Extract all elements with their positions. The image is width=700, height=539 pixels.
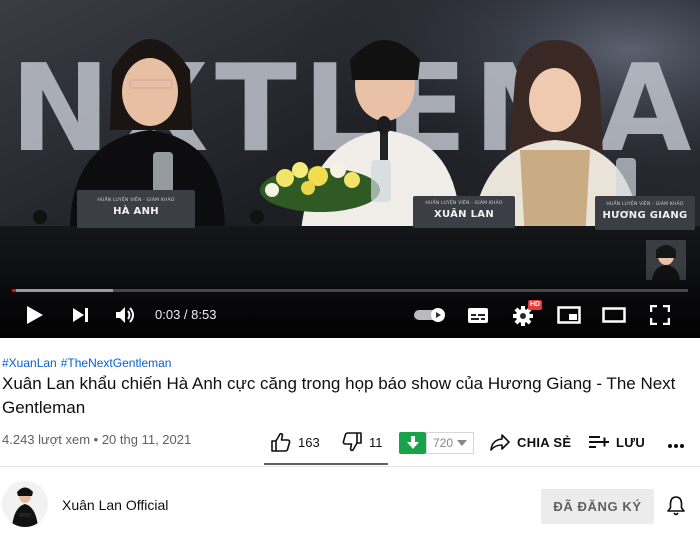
fullscreen-icon — [650, 305, 670, 325]
share-icon — [490, 434, 510, 451]
dislike-button[interactable]: 11 — [341, 430, 383, 454]
autoplay-toggle-icon — [414, 308, 445, 322]
time-display: 0:03 / 8:53 — [155, 307, 217, 322]
miniplayer-icon — [557, 306, 581, 324]
nameplate-role: HUẤN LUYỆN VIÊN - GIÁM KHẢO — [606, 202, 684, 207]
thumbs-down-icon — [342, 432, 362, 452]
nameplate-name: HƯƠNG GIANG — [602, 210, 688, 221]
add-to-playlist-icon — [589, 436, 609, 448]
fullscreen-button[interactable] — [647, 302, 673, 328]
channel-name[interactable]: Xuân Lan Official — [62, 497, 168, 513]
thumbs-up-icon — [271, 432, 291, 452]
notification-bell-button[interactable] — [666, 495, 686, 522]
theater-mode-button[interactable] — [601, 302, 627, 328]
extension-count: 720 — [433, 436, 454, 450]
next-icon — [73, 308, 88, 322]
progress-bar[interactable] — [12, 289, 688, 292]
subtitles-button[interactable] — [465, 302, 491, 328]
like-count: 163 — [298, 434, 320, 450]
volume-button[interactable] — [113, 302, 139, 328]
like-button[interactable]: 163 — [270, 430, 320, 454]
play-button[interactable] — [22, 302, 48, 328]
buffer-bar — [12, 289, 114, 292]
nameplate-name: HÀ ANH — [113, 206, 159, 217]
hashtag-link[interactable]: #XuanLan — [2, 356, 57, 370]
chevron-down-icon — [457, 440, 468, 446]
play-icon — [27, 306, 43, 324]
subscribe-button[interactable]: ĐÃ ĐĂNG KÝ — [541, 489, 654, 524]
share-label: CHIA SẺ — [517, 434, 572, 450]
divider — [0, 466, 700, 467]
video-title: Xuân Lan khẩu chiến Hà Anh cực căng tron… — [2, 374, 676, 417]
save-label: LƯU — [616, 434, 646, 450]
nameplate-name: XUÂN LAN — [434, 209, 494, 220]
channel-avatar[interactable] — [2, 481, 48, 527]
share-button[interactable]: CHIA SẺ — [489, 430, 571, 454]
nameplate-role: HUẤN LUYỆN VIÊN - GIÁM KHẢO — [425, 201, 503, 206]
hashtag-link[interactable]: #TheNextGentleman — [61, 356, 172, 370]
bell-icon — [667, 496, 685, 516]
next-button[interactable] — [68, 302, 94, 328]
played-bar — [12, 289, 17, 292]
video-player[interactable]: NXTLEMAN — [0, 0, 700, 338]
autoplay-toggle[interactable] — [412, 302, 448, 328]
hd-badge: HD — [528, 300, 543, 310]
miniplayer-button[interactable] — [556, 302, 582, 328]
save-button[interactable]: LƯU — [588, 430, 645, 454]
hashtags: #XuanLan #TheNextGentleman — [2, 356, 175, 370]
extension-count-select[interactable]: 720 — [426, 432, 474, 454]
subtitles-icon — [468, 307, 488, 323]
volume-icon — [116, 307, 134, 323]
like-ratio-bar — [264, 463, 388, 465]
theater-mode-icon — [602, 307, 626, 323]
more-horizontal-icon — [668, 444, 684, 448]
more-actions-button[interactable] — [666, 430, 686, 454]
controls-gradient — [0, 268, 700, 338]
arrow-down-icon — [406, 436, 419, 449]
dislike-count: 11 — [369, 434, 383, 450]
nameplate-role: HUẤN LUYỆN VIÊN - GIÁM KHẢO — [97, 198, 175, 203]
extension-download-button[interactable] — [399, 432, 426, 454]
